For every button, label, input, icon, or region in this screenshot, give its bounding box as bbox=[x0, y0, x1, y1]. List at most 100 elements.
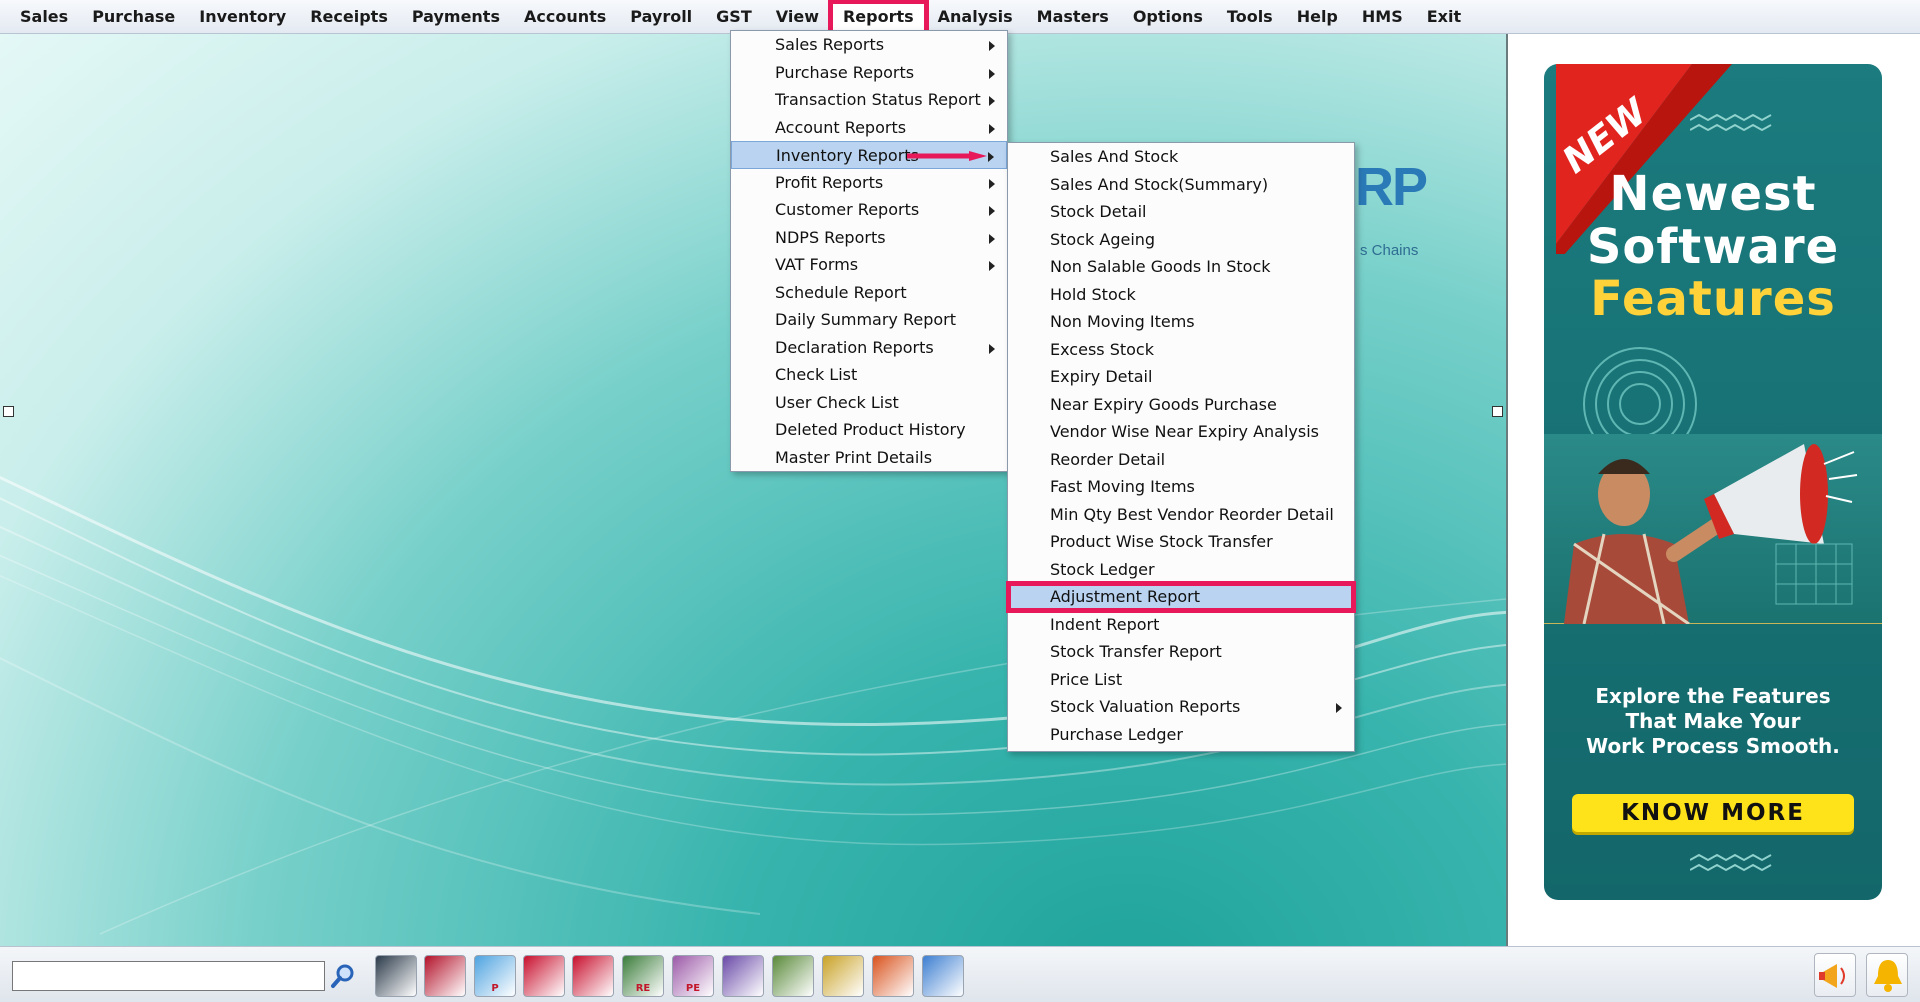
menu-item-expiry-detail[interactable]: Expiry Detail bbox=[1008, 363, 1354, 391]
menu-item-customer-reports[interactable]: Customer Reports bbox=[731, 196, 1007, 224]
menu-item-user-check-list[interactable]: User Check List bbox=[731, 389, 1007, 417]
background-logo-text: RP bbox=[1355, 157, 1428, 217]
menu-item-label: Near Expiry Goods Purchase bbox=[1050, 394, 1277, 414]
menu-inventory[interactable]: Inventory bbox=[187, 2, 298, 32]
menu-payments[interactable]: Payments bbox=[400, 2, 512, 32]
submenu-arrow-icon bbox=[988, 152, 994, 162]
menu-item-schedule-report[interactable]: Schedule Report bbox=[731, 279, 1007, 307]
know-more-button[interactable]: KNOW MORE bbox=[1572, 794, 1854, 832]
menu-item-inventory-reports[interactable]: Inventory Reports bbox=[731, 141, 1007, 169]
menu-item-label: Price List bbox=[1050, 669, 1123, 689]
menu-item-master-print-details[interactable]: Master Print Details bbox=[731, 444, 1007, 472]
print-p-icon[interactable] bbox=[572, 955, 614, 997]
menu-item-stock-ageing[interactable]: Stock Ageing bbox=[1008, 226, 1354, 254]
menu-options[interactable]: Options bbox=[1121, 2, 1215, 32]
pharmacy-book-icon[interactable] bbox=[375, 955, 417, 997]
menu-item-transaction-status-report[interactable]: Transaction Status Report bbox=[731, 86, 1007, 114]
resize-handle-left[interactable] bbox=[3, 406, 14, 417]
print-register-icon[interactable]: P bbox=[474, 955, 516, 997]
menu-sales[interactable]: Sales bbox=[8, 2, 80, 32]
menu-item-stock-detail[interactable]: Stock Detail bbox=[1008, 198, 1354, 226]
menu-item-label: Declaration Reports bbox=[775, 337, 934, 357]
menu-item-adjustment-report[interactable]: Adjustment Report bbox=[1006, 581, 1356, 613]
menu-help[interactable]: Help bbox=[1285, 2, 1350, 32]
menu-item-label: Expiry Detail bbox=[1050, 367, 1153, 386]
menu-reports[interactable]: Reports bbox=[827, 0, 929, 35]
menu-item-non-salable-goods-in-stock[interactable]: Non Salable Goods In Stock bbox=[1008, 253, 1354, 281]
red-book-icon[interactable] bbox=[424, 955, 466, 997]
menu-item-daily-summary-report[interactable]: Daily Summary Report bbox=[731, 306, 1007, 334]
ad-copy-line-1: Explore the Features bbox=[1595, 684, 1831, 708]
menu-item-label: VAT Forms bbox=[775, 255, 859, 274]
resize-handle-right[interactable] bbox=[1492, 406, 1503, 417]
menu-exit[interactable]: Exit bbox=[1415, 2, 1473, 32]
menu-item-stock-valuation-reports[interactable]: Stock Valuation Reports bbox=[1008, 693, 1354, 721]
menu-item-purchase-reports[interactable]: Purchase Reports bbox=[731, 59, 1007, 87]
menu-item-check-list[interactable]: Check List bbox=[731, 361, 1007, 389]
menu-item-account-reports[interactable]: Account Reports bbox=[731, 114, 1007, 142]
menu-item-label: Account Reports bbox=[775, 117, 907, 137]
menu-item-vat-forms[interactable]: VAT Forms bbox=[731, 251, 1007, 279]
menu-item-near-expiry-goods-purchase[interactable]: Near Expiry Goods Purchase bbox=[1008, 391, 1354, 419]
menu-item-purchase-ledger[interactable]: Purchase Ledger bbox=[1008, 721, 1354, 749]
menu-hms[interactable]: HMS bbox=[1350, 2, 1415, 32]
search-icon[interactable] bbox=[330, 963, 356, 989]
toolbar-icon-label: RE bbox=[635, 983, 651, 994]
menu-item-excess-stock[interactable]: Excess Stock bbox=[1008, 336, 1354, 364]
menu-analysis[interactable]: Analysis bbox=[926, 2, 1025, 32]
printer-icon[interactable] bbox=[922, 955, 964, 997]
quick-search-input[interactable] bbox=[12, 961, 325, 991]
menu-item-hold-stock[interactable]: Hold Stock bbox=[1008, 281, 1354, 309]
menu-item-reorder-detail[interactable]: Reorder Detail bbox=[1008, 446, 1354, 474]
menu-item-non-moving-items[interactable]: Non Moving Items bbox=[1008, 308, 1354, 336]
money-bag-icon[interactable] bbox=[822, 955, 864, 997]
menu-item-label: Inventory Reports bbox=[776, 146, 919, 165]
menu-item-label: Stock Transfer Report bbox=[1050, 642, 1222, 661]
toolbar-icon-label: PE bbox=[685, 983, 701, 994]
receipt-entry-icon[interactable]: RE bbox=[622, 955, 664, 997]
menu-masters[interactable]: Masters bbox=[1025, 2, 1121, 32]
announcement-icon[interactable] bbox=[1814, 953, 1856, 997]
notification-bell-icon[interactable] bbox=[1866, 953, 1908, 997]
menu-item-sales-reports[interactable]: Sales Reports bbox=[731, 31, 1007, 59]
menu-view[interactable]: View bbox=[764, 2, 831, 32]
menu-item-indent-report[interactable]: Indent Report bbox=[1008, 611, 1354, 639]
dispense-icon[interactable] bbox=[722, 955, 764, 997]
ad-copy: Explore the Features That Make Your Work… bbox=[1544, 684, 1882, 759]
background-logo-subtitle: s Chains bbox=[1360, 242, 1419, 259]
menu-item-label: Stock Detail bbox=[1050, 202, 1147, 221]
menu-item-stock-transfer-report[interactable]: Stock Transfer Report bbox=[1008, 638, 1354, 666]
menu-tools[interactable]: Tools bbox=[1215, 2, 1285, 32]
order-stock-icon[interactable] bbox=[523, 955, 565, 997]
menu-item-price-list[interactable]: Price List bbox=[1008, 666, 1354, 694]
menu-gst[interactable]: GST bbox=[704, 2, 764, 32]
menu-item-label: Vendor Wise Near Expiry Analysis bbox=[1050, 422, 1319, 441]
menu-item-stock-ledger[interactable]: Stock Ledger bbox=[1008, 556, 1354, 584]
menu-item-declaration-reports[interactable]: Declaration Reports bbox=[731, 334, 1007, 362]
menu-item-label: Schedule Report bbox=[775, 282, 907, 302]
menu-receipts[interactable]: Receipts bbox=[298, 2, 400, 32]
menu-item-label: Hold Stock bbox=[1050, 284, 1136, 304]
menu-item-min-qty-best-vendor-reorder-detail[interactable]: Min Qty Best Vendor Reorder Detail bbox=[1008, 501, 1354, 529]
menu-purchase[interactable]: Purchase bbox=[80, 2, 187, 32]
menu-item-label: Stock Ledger bbox=[1050, 559, 1155, 579]
menu-item-label: Non Salable Goods In Stock bbox=[1050, 257, 1271, 276]
menu-item-fast-moving-items[interactable]: Fast Moving Items bbox=[1008, 473, 1354, 501]
menu-item-sales-and-stock[interactable]: Sales And Stock bbox=[1008, 143, 1354, 171]
ad-copy-line-2: That Make Your bbox=[1625, 709, 1801, 733]
menu-accounts[interactable]: Accounts bbox=[512, 2, 618, 32]
menu-item-product-wise-stock-transfer[interactable]: Product Wise Stock Transfer bbox=[1008, 528, 1354, 556]
purchase-entry-icon[interactable]: PE bbox=[672, 955, 714, 997]
menu-item-deleted-product-history[interactable]: Deleted Product History bbox=[731, 416, 1007, 444]
menu-item-ndps-reports[interactable]: NDPS Reports bbox=[731, 224, 1007, 252]
menu-item-label: Excess Stock bbox=[1050, 339, 1154, 359]
new-features-ad[interactable]: NEW Newest Software Features Explore the… bbox=[1544, 64, 1882, 900]
menu-payroll[interactable]: Payroll bbox=[618, 2, 704, 32]
menu-item-sales-and-stock-summary[interactable]: Sales And Stock(Summary) bbox=[1008, 171, 1354, 199]
inventory-reports-submenu: Sales And Stock Sales And Stock(Summary) S… bbox=[1006, 142, 1356, 752]
menu-item-vendor-wise-near-expiry-analysis[interactable]: Vendor Wise Near Expiry Analysis bbox=[1008, 418, 1354, 446]
menu-item-profit-reports[interactable]: Profit Reports bbox=[731, 169, 1007, 197]
submenu-arrow-icon bbox=[989, 96, 995, 106]
stock-move-icon[interactable] bbox=[772, 955, 814, 997]
shapes-icon[interactable] bbox=[872, 955, 914, 997]
